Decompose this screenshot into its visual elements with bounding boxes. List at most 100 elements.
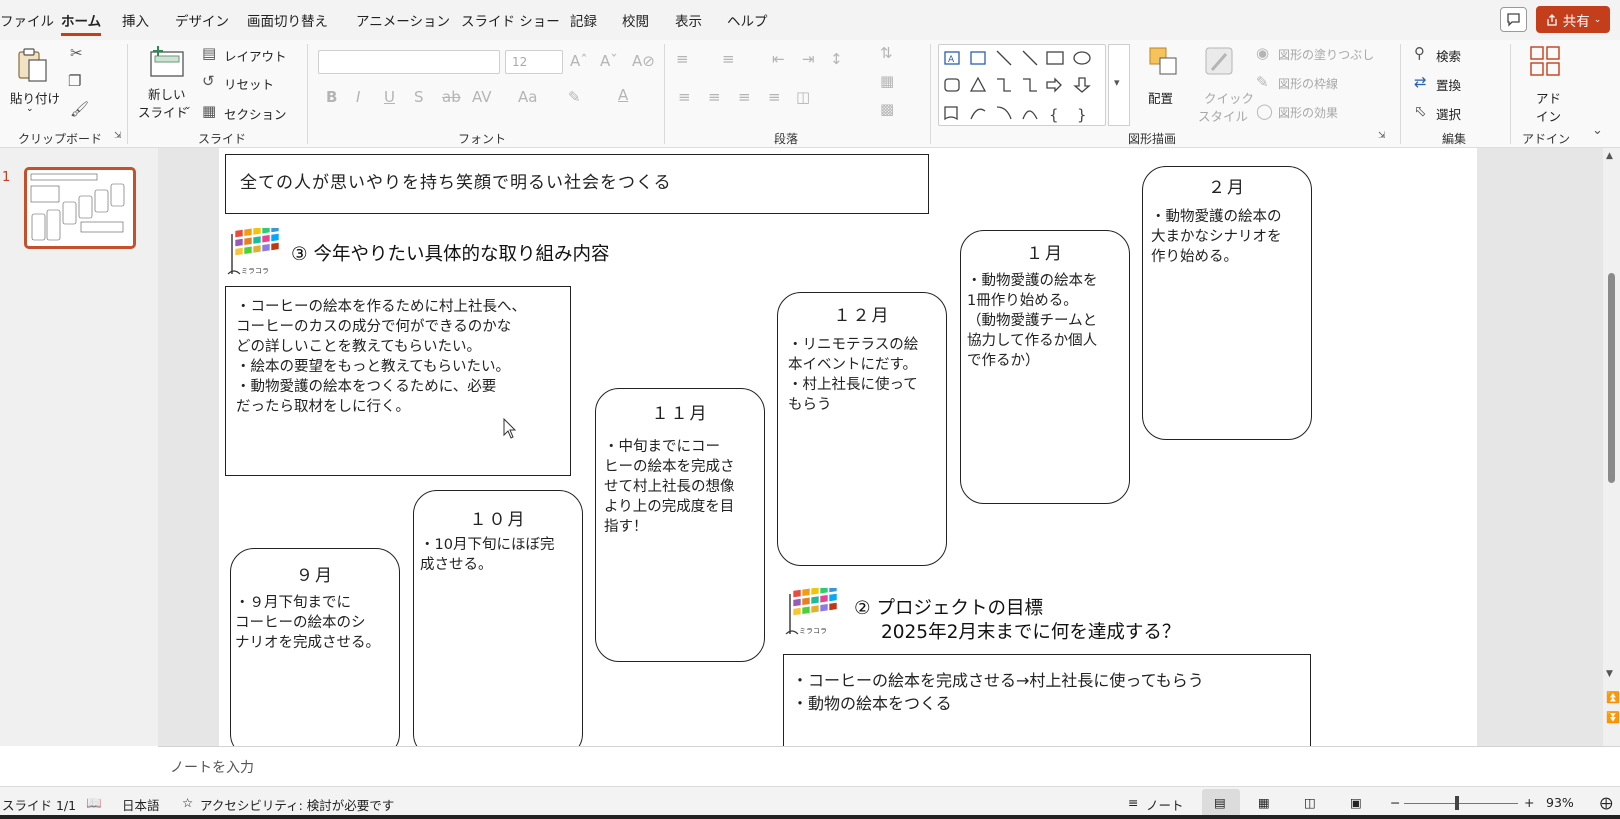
reading-view-icon[interactable]: ◫ (1304, 795, 1316, 810)
italic-icon[interactable]: I (356, 90, 360, 105)
layout-button[interactable]: ▤ レイアウト (202, 44, 292, 65)
month-box-february[interactable]: ２月 ・動物愛護の絵本の 大まかなシナリオを 作り始める。 (1142, 166, 1312, 440)
comments-button[interactable] (1500, 7, 1527, 32)
zoom-slider-thumb[interactable] (1455, 796, 1459, 810)
notes-icon[interactable]: ≡ (1128, 795, 1138, 810)
increase-font-icon[interactable]: Aˆ (570, 54, 588, 69)
section3-text-box[interactable]: ・コーヒーの絵本を作るために村上社長へ、 コーヒーのカスの成分で何ができるのかな… (225, 286, 571, 476)
slide-thumbnail[interactable] (24, 167, 136, 249)
pen-icon: ✎ (1256, 73, 1269, 91)
align-center-icon[interactable]: ≡ (708, 90, 721, 105)
previous-slide-icon[interactable]: ⏫ (1606, 692, 1620, 703)
tab-insert[interactable]: 挿入 (122, 10, 149, 30)
bold-icon[interactable]: B (326, 90, 337, 105)
find-button[interactable]: ⚲ 検索 (1414, 44, 1494, 65)
align-text-icon[interactable]: ▦ (880, 74, 894, 89)
addins-button[interactable]: アド イン (1524, 44, 1566, 124)
section2-text-box[interactable]: ・コーヒーの絵本を完成させる→村上社長に使ってもらう ・動物の絵本をつくる (783, 654, 1311, 746)
scroll-up-icon[interactable]: ▲ (1606, 152, 1613, 161)
vision-text-box[interactable]: 全ての人が思いやりを持ち笑顔で明るい社会をつくる (225, 154, 929, 214)
section-button[interactable]: ▦ セクション (202, 102, 292, 123)
notes-toggle-button[interactable]: ノート (1146, 795, 1184, 814)
columns-icon[interactable]: ◫ (796, 90, 810, 105)
accessibility-icon[interactable]: ☆ (182, 795, 193, 810)
svg-text:}: } (1077, 106, 1087, 124)
dialog-launcher-icon[interactable]: ⇲ (114, 132, 122, 141)
slideshow-icon[interactable]: ▣ (1350, 795, 1362, 810)
month-box-october[interactable]: １０月 ・10月下旬にほぼ完 成させる。 (413, 490, 583, 746)
month-box-january[interactable]: １月 ・動物愛護の絵本を 1冊作り始める。 （動物愛護チームと 協力して作るか個… (960, 230, 1130, 504)
new-slide-button[interactable]: 新しい スライド ⌄ (136, 44, 198, 122)
fit-to-window-icon[interactable]: ⨁ (1600, 795, 1613, 810)
slide[interactable]: 全ての人が思いやりを持ち笑顔で明るい社会をつくる ミラコラ ③ 今年やりたい具体… (219, 148, 1477, 746)
reset-button[interactable]: ↺ リセット (202, 72, 292, 93)
next-slide-icon[interactable]: ⏬ (1606, 712, 1620, 723)
language-indicator[interactable]: 日本語 (122, 795, 160, 814)
paragraph-group-label: 段落 (774, 132, 799, 146)
font-size-select[interactable]: 12 (505, 50, 563, 74)
decrease-font-icon[interactable]: Aˇ (600, 54, 618, 69)
vertical-scrollbar[interactable]: ▲ ▼ ⏫ ⏬ (1603, 148, 1620, 746)
share-button[interactable]: 共有 ⌄ (1536, 6, 1610, 33)
quick-style-button[interactable]: クイック スタイル (1190, 44, 1254, 124)
tab-record[interactable]: 記録 (570, 10, 597, 30)
decrease-indent-icon[interactable]: ⇤ (772, 52, 785, 67)
normal-view-button[interactable]: ▤ (1202, 789, 1240, 817)
tab-transitions[interactable]: 画面切り替え (247, 10, 328, 30)
bullets-icon[interactable]: ≡ (676, 52, 689, 67)
tab-slideshow[interactable]: スライド ショー (461, 10, 560, 30)
notes-pane[interactable]: ノートを入力 (158, 746, 1620, 786)
tab-design[interactable]: デザイン (175, 10, 229, 30)
line-spacing-icon[interactable]: ↕ (830, 52, 843, 67)
highlight-icon[interactable]: ✎ (568, 90, 581, 105)
format-painter-icon[interactable]: 🖌 (70, 102, 89, 117)
accessibility-status[interactable]: アクセシビリティ: 検討が必要です (200, 795, 394, 814)
font-name-select[interactable] (318, 50, 500, 74)
align-right-icon[interactable]: ≡ (738, 90, 751, 105)
align-left-icon[interactable]: ≡ (678, 90, 691, 105)
month-box-september[interactable]: ９月 ・９月下旬までに コーヒーの絵本のシ ナリオを完成させる。 (230, 548, 400, 746)
text-direction-icon[interactable]: ⇅ (880, 46, 893, 61)
month-box-december[interactable]: １２月 ・リニモテラスの絵 本イベントにだす。 ・村上社長に使って もらう (777, 292, 947, 566)
select-button[interactable]: ⬁ 選択 (1414, 102, 1494, 123)
copy-icon[interactable]: ❐ (68, 74, 81, 89)
arrange-button[interactable]: 配置 (1140, 44, 1188, 124)
tab-view[interactable]: 表示 (675, 10, 702, 30)
month-box-november[interactable]: １１月 ・中旬までにコー ヒーの絵本を完成さ せて村上社長の想像 より上の完成度… (595, 388, 765, 662)
justify-icon[interactable]: ≡ (768, 90, 781, 105)
spell-check-icon[interactable]: 📖 (86, 795, 102, 811)
tab-file[interactable]: ファイル (0, 10, 54, 30)
zoom-in-icon[interactable]: + (1524, 795, 1534, 810)
change-case-icon[interactable]: Aa (518, 90, 537, 105)
scroll-down-icon[interactable]: ▼ (1606, 670, 1613, 679)
shape-gallery[interactable]: A { } (938, 44, 1106, 126)
replace-button[interactable]: ⇄ 置換 (1414, 73, 1494, 94)
shape-outline-button[interactable]: ✎ 図形の枠線 (1256, 73, 1386, 93)
strikethrough-icon[interactable]: ab (442, 90, 461, 105)
paste-button[interactable]: 貼り付け ⌄ (8, 44, 60, 114)
cut-icon[interactable]: ✂ (70, 46, 83, 61)
tab-home[interactable]: ホーム (61, 10, 102, 36)
increase-indent-icon[interactable]: ⇥ (802, 52, 815, 67)
underline-icon[interactable]: U (384, 90, 395, 105)
clear-format-icon[interactable]: A⊘ (632, 54, 655, 69)
zoom-out-icon[interactable]: − (1390, 795, 1400, 810)
shape-gallery-more-button[interactable]: ▾ (1108, 44, 1130, 126)
zoom-slider-track[interactable] (1404, 803, 1518, 804)
shape-effects-button[interactable]: ◯ 図形の効果 (1256, 102, 1386, 122)
shadow-icon[interactable]: S (414, 90, 424, 105)
tab-help[interactable]: ヘルプ (727, 10, 768, 30)
shape-fill-button[interactable]: ◉ 図形の塗りつぶし (1256, 44, 1386, 64)
tab-animations[interactable]: アニメーション (356, 10, 450, 30)
char-spacing-icon[interactable]: AV (472, 90, 492, 105)
collapse-ribbon-icon[interactable]: ⌄ (1592, 124, 1603, 137)
font-color-icon[interactable]: A (618, 88, 628, 103)
tab-review[interactable]: 校閲 (622, 10, 649, 30)
dialog-launcher-icon[interactable]: ⇲ (1378, 132, 1386, 141)
scrollbar-thumb[interactable] (1608, 273, 1615, 483)
slide-sorter-icon[interactable]: ▦ (1258, 795, 1270, 810)
zoom-level[interactable]: 93% (1546, 795, 1574, 810)
addins-group-label: アドイン (1522, 132, 1571, 146)
smartart-icon[interactable]: ▩ (880, 102, 894, 117)
numbering-icon[interactable]: ≡ (722, 52, 735, 67)
